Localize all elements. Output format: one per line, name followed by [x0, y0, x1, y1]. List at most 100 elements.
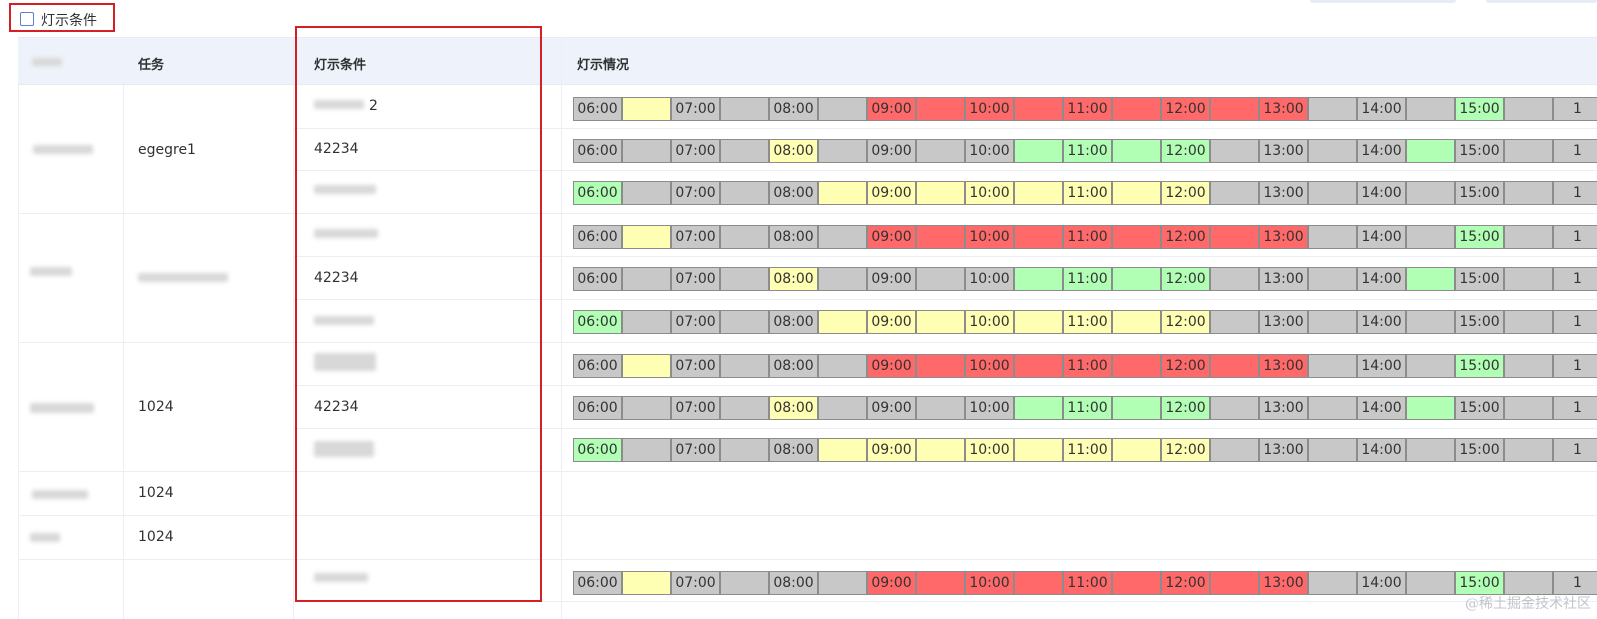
- light-row: 06:00 07:00 08:00 09:00 10:00 11:00 12:00 13:00…: [573, 181, 1597, 205]
- group-line: [18, 559, 1597, 560]
- light-slot: 1: [1553, 225, 1597, 249]
- light-slot: 09:00: [867, 181, 916, 205]
- light-slot: 12:00: [1161, 181, 1210, 205]
- light-slot: [622, 267, 671, 291]
- light-slot: 11:00: [1063, 571, 1112, 595]
- row-name-blurred: [30, 533, 60, 542]
- task-cell: 1024: [138, 485, 174, 501]
- header-col1-blurred: [32, 58, 62, 66]
- light-slot: 13:00: [1259, 181, 1308, 205]
- light-slot: [1504, 396, 1553, 420]
- light-slot: 11:00: [1063, 396, 1112, 420]
- light-slot: 10:00: [965, 97, 1014, 121]
- light-slot: [622, 354, 671, 378]
- light-slot: [1406, 571, 1455, 595]
- light-row: 06:00 07:00 08:00 09:00 10:00 11:00 12:00 13:00…: [573, 396, 1597, 420]
- header-task: 任务: [138, 58, 165, 73]
- light-slot: 15:00: [1455, 181, 1504, 205]
- light-slot: 1: [1553, 396, 1597, 420]
- light-slot: 1: [1553, 571, 1597, 595]
- light-slot: 10:00: [965, 225, 1014, 249]
- light-slot: 09:00: [867, 571, 916, 595]
- row-name-blurred: [33, 145, 93, 154]
- col-divider-2: [293, 37, 294, 619]
- light-slot: [1308, 396, 1357, 420]
- light-slot: 11:00: [1063, 225, 1112, 249]
- light-slot: [916, 267, 965, 291]
- light-slot: 1: [1553, 139, 1597, 163]
- light-slot: [1014, 181, 1063, 205]
- light-slot: 15:00: [1455, 354, 1504, 378]
- group-line: [18, 515, 1597, 516]
- light-slot: [1406, 438, 1455, 462]
- light-slot: [1308, 139, 1357, 163]
- light-condition-checkbox[interactable]: [20, 12, 34, 26]
- light-slot: [1112, 139, 1161, 163]
- light-slot: 10:00: [965, 267, 1014, 291]
- light-slot: [1406, 181, 1455, 205]
- light-slot: [1014, 139, 1063, 163]
- light-slot: 08:00: [769, 571, 818, 595]
- row-name-blurred: [30, 267, 72, 276]
- light-slot: 12:00: [1161, 310, 1210, 334]
- light-row: 06:00 07:00 08:00 09:00 10:00 11:00 12:00 13:00…: [573, 139, 1597, 163]
- light-slot: [622, 396, 671, 420]
- light-slot: 13:00: [1259, 354, 1308, 378]
- light-slot: [1308, 267, 1357, 291]
- header-status: 灯示情况: [577, 58, 630, 73]
- light-slot: 10:00: [965, 181, 1014, 205]
- light-slot: [818, 181, 867, 205]
- light-slot: 09:00: [867, 267, 916, 291]
- light-slot: 10:00: [965, 139, 1014, 163]
- light-slot: 12:00: [1161, 354, 1210, 378]
- light-slot: [1308, 225, 1357, 249]
- task-cell: 1024: [138, 529, 174, 545]
- light-condition-toggle[interactable]: 灯示条件: [9, 3, 115, 32]
- light-slot: [1406, 267, 1455, 291]
- light-slot: 13:00: [1259, 139, 1308, 163]
- group-line: [18, 213, 1597, 214]
- light-slot: [1504, 139, 1553, 163]
- light-slot: 14:00: [1357, 310, 1406, 334]
- light-slot: [1112, 571, 1161, 595]
- light-slot: [1112, 310, 1161, 334]
- light-slot: [1504, 225, 1553, 249]
- light-slot: 13:00: [1259, 310, 1308, 334]
- light-slot: [720, 267, 769, 291]
- light-slot: [1014, 267, 1063, 291]
- light-slot: 09:00: [867, 354, 916, 378]
- light-slot: [1308, 354, 1357, 378]
- light-slot: 14:00: [1357, 354, 1406, 378]
- light-row: 06:00 07:00 08:00 09:00 10:00 11:00 12:00 13:00…: [573, 225, 1597, 249]
- light-slot: [1210, 354, 1259, 378]
- light-slot: 14:00: [1357, 267, 1406, 291]
- light-slot: 15:00: [1455, 97, 1504, 121]
- light-slot: [720, 310, 769, 334]
- light-slot: [916, 396, 965, 420]
- light-slot: 09:00: [867, 97, 916, 121]
- toolbar-button-2[interactable]: [1486, 0, 1597, 3]
- light-slot: 14:00: [1357, 571, 1406, 595]
- light-slot: [1014, 438, 1063, 462]
- light-slot: [622, 571, 671, 595]
- light-slot: 15:00: [1455, 139, 1504, 163]
- task-cell: egegre1: [138, 142, 196, 158]
- light-slot: [622, 139, 671, 163]
- toolbar-button-1[interactable]: [1310, 0, 1456, 3]
- light-slot: 1: [1553, 97, 1597, 121]
- light-slot: [818, 438, 867, 462]
- light-slot: [1406, 354, 1455, 378]
- light-slot: 07:00: [671, 181, 720, 205]
- group-line: [18, 471, 1597, 472]
- light-slot: 1: [1553, 267, 1597, 291]
- light-slot: 08:00: [769, 225, 818, 249]
- light-slot: [818, 571, 867, 595]
- light-slot: 10:00: [965, 571, 1014, 595]
- light-slot: 08:00: [769, 310, 818, 334]
- light-slot: 06:00: [573, 267, 622, 291]
- light-slot: [622, 181, 671, 205]
- light-slot: 08:00: [769, 139, 818, 163]
- light-slot: [622, 438, 671, 462]
- light-slot: [720, 354, 769, 378]
- light-condition-label: 灯示条件: [41, 13, 97, 29]
